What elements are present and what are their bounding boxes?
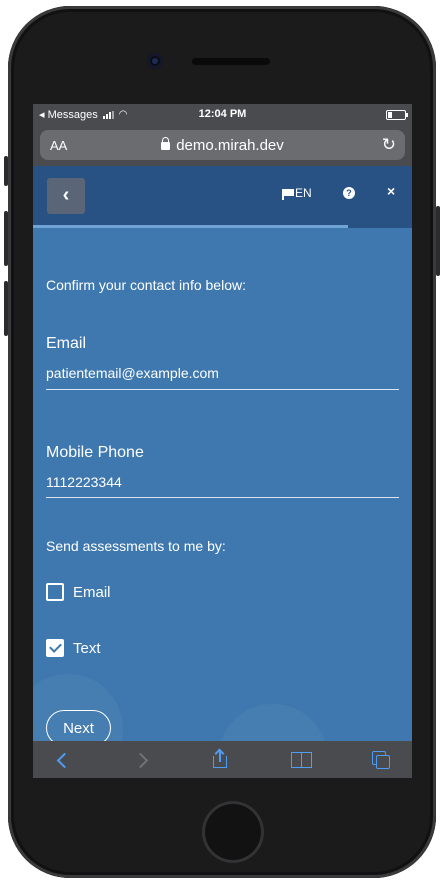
home-button[interactable]	[202, 801, 264, 863]
status-bar: ◂ Messages ◠ 12:04 PM	[33, 104, 412, 126]
email-checkbox[interactable]	[46, 583, 64, 601]
status-time: 12:04 PM	[198, 108, 247, 120]
close-icon[interactable]: ×	[387, 183, 395, 199]
address-bar[interactable]: AA demo.mirah.dev ↻	[40, 130, 405, 160]
lock-icon	[161, 137, 171, 150]
url-text: demo.mirah.dev	[176, 137, 284, 154]
safari-toolbar	[33, 741, 412, 778]
phone-screen: ◂ Messages ◠ 12:04 PM AA demo.mirah.dev …	[33, 104, 412, 778]
tabs-icon-front	[376, 755, 390, 769]
bookmarks-icon-right	[301, 752, 312, 768]
earpiece-speaker	[192, 58, 270, 65]
front-camera	[147, 53, 163, 69]
back-chevron-icon	[56, 752, 73, 769]
battery-icon	[386, 110, 408, 120]
form-intro: Confirm your contact info below:	[46, 277, 246, 293]
text-option[interactable]: Text	[46, 639, 101, 657]
mute-switch	[4, 156, 8, 186]
browser-back-button[interactable]	[53, 749, 75, 771]
browser-forward-button[interactable]	[131, 749, 153, 771]
text-option-label: Text	[73, 639, 101, 657]
send-method-label: Send assessments to me by:	[46, 538, 226, 554]
phone-field[interactable]: 1112223344	[46, 474, 122, 490]
share-arrow	[219, 750, 221, 762]
flag-icon	[282, 188, 294, 200]
power-button	[436, 206, 440, 276]
tabs-button[interactable]	[370, 749, 392, 771]
volume-down-button	[4, 281, 8, 336]
email-label: Email	[46, 335, 87, 352]
reload-icon[interactable]: ↻	[382, 135, 396, 155]
email-option[interactable]: Email	[46, 583, 111, 601]
progress-bar	[33, 225, 412, 228]
back-button[interactable]: ‹	[47, 178, 85, 214]
phone-field-underline	[46, 497, 399, 498]
language-selector[interactable]: EN	[282, 186, 312, 200]
help-icon[interactable]: ?	[343, 187, 355, 199]
share-button[interactable]	[210, 749, 232, 771]
text-checkbox[interactable]	[46, 639, 64, 657]
email-field-underline	[46, 389, 399, 390]
email-field[interactable]: patientemail@example.com	[46, 365, 219, 381]
address-bar-area: AA demo.mirah.dev ↻	[33, 126, 412, 166]
url-display[interactable]: demo.mirah.dev	[40, 137, 405, 154]
volume-up-button	[4, 211, 8, 266]
app-header: ‹ EN ? ×	[33, 166, 412, 225]
progress-fill	[33, 225, 348, 228]
bookmarks-button[interactable]	[290, 749, 312, 771]
forward-chevron-icon	[132, 752, 149, 769]
phone-label: Mobile Phone	[46, 444, 144, 461]
language-label: EN	[295, 186, 312, 200]
email-option-label: Email	[73, 583, 111, 601]
